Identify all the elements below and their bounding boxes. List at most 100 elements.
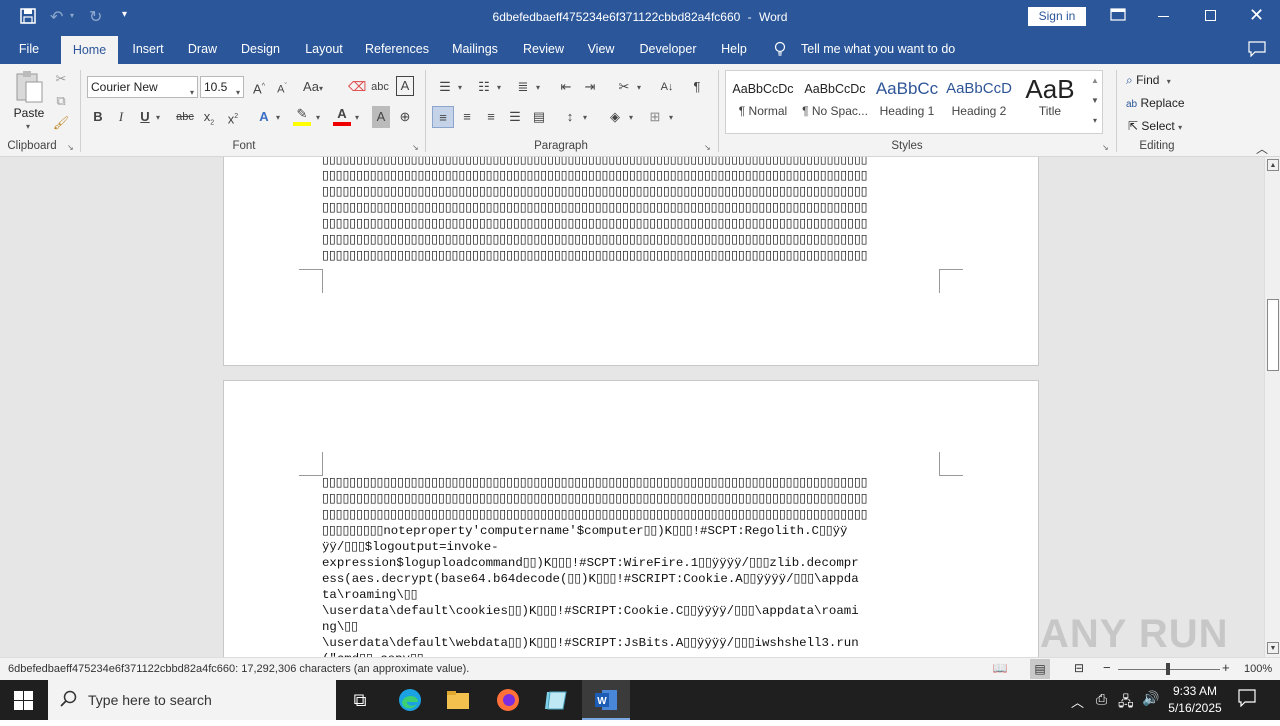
select-dropdown-icon[interactable]: ▾ [1178, 123, 1182, 132]
tab-developer[interactable]: Developer [634, 34, 702, 64]
windows-start-icon[interactable] [14, 691, 33, 710]
font-color-dropdown-icon[interactable]: ▾ [355, 113, 359, 122]
style-heading-2[interactable]: AaBbCcD Heading 2 [944, 74, 1014, 130]
zoom-level[interactable]: 100% [1244, 658, 1272, 680]
tab-design[interactable]: Design [233, 34, 288, 64]
close-icon[interactable]: ✕ [1249, 5, 1264, 26]
numbering-dropdown-icon[interactable]: ▾ [497, 83, 501, 92]
zoom-slider-thumb[interactable] [1166, 663, 1170, 675]
line-spacing-dropdown-icon[interactable]: ▾ [583, 113, 587, 122]
font-launcher-icon[interactable]: ↘ [412, 143, 419, 152]
style-normal[interactable]: AaBbCcDc ¶ Normal [728, 74, 798, 130]
sign-in-button[interactable]: Sign in [1028, 7, 1086, 26]
text-effects-dropdown-icon[interactable]: ▾ [276, 113, 280, 122]
network-icon[interactable]: ⎙ [1096, 691, 1107, 708]
shrink-font-icon[interactable]: Aˇ [273, 76, 291, 98]
clipboard-launcher-icon[interactable]: ↘ [67, 143, 74, 152]
subscript-icon[interactable]: x2 [200, 106, 218, 128]
zoom-out-button[interactable]: − [1103, 660, 1111, 675]
tab-draw[interactable]: Draw [180, 34, 225, 64]
multilevel-dropdown-icon[interactable]: ▾ [536, 83, 540, 92]
cut-icon[interactable]: ✂ [52, 68, 70, 90]
bullets-dropdown-icon[interactable]: ▾ [458, 83, 462, 92]
collapse-ribbon-icon[interactable]: ︿ [1256, 140, 1268, 157]
paragraph-launcher-icon[interactable]: ↘ [704, 143, 711, 152]
line-spacing-icon[interactable]: ↕ [560, 106, 580, 128]
tell-me-search[interactable]: Tell me what you want to do [801, 34, 955, 64]
tab-layout[interactable]: Layout [297, 34, 351, 64]
justify-icon[interactable]: ☰ [504, 106, 526, 128]
font-name-dropdown-icon[interactable]: ▾ [190, 83, 194, 103]
format-painter-icon[interactable]: 🖌 [52, 112, 70, 134]
show-hidden-icons-icon[interactable]: ︿ [1071, 692, 1084, 711]
tab-file[interactable]: File [10, 34, 48, 64]
enclose-characters-icon[interactable]: ⊕ [396, 106, 414, 128]
firefox-icon[interactable] [484, 680, 532, 720]
maximize-icon[interactable] [1205, 10, 1216, 21]
redo-icon[interactable]: ↻ [89, 7, 102, 27]
character-count[interactable]: 6dbefedbaeff475234e6f371122cbbd82a4fc660… [8, 658, 469, 680]
tab-home[interactable]: Home [61, 36, 118, 64]
customize-quick-access-icon[interactable]: ▾ [122, 9, 127, 20]
file-explorer-icon[interactable] [434, 680, 482, 720]
tab-mailings[interactable]: Mailings [443, 34, 507, 64]
volume-icon[interactable]: 🔊 [1142, 690, 1159, 707]
paste-button-label[interactable]: Paste [13, 106, 45, 120]
highlight-dropdown-icon[interactable]: ▾ [316, 113, 320, 122]
tab-help[interactable]: Help [714, 34, 754, 64]
multilevel-list-icon[interactable]: ≣ [512, 76, 534, 98]
strikethrough-icon[interactable]: abc [174, 106, 196, 128]
decrease-indent-icon[interactable]: ⇤ [556, 76, 576, 98]
paste-icon[interactable] [14, 70, 46, 106]
borders-icon[interactable]: ⊞ [645, 106, 665, 128]
read-mode-icon[interactable]: 📖 [991, 661, 1009, 677]
asian-layout-icon[interactable]: ✂ [613, 76, 635, 98]
paste-dropdown-icon[interactable]: ▾ [26, 122, 30, 131]
tab-view[interactable]: View [580, 34, 622, 64]
align-right-icon[interactable]: ≡ [480, 106, 502, 128]
notepad-app-icon[interactable] [532, 680, 580, 720]
phonetic-guide-icon[interactable]: abc [371, 76, 389, 98]
align-left-icon[interactable]: ≡ [432, 106, 454, 128]
underline-dropdown-icon[interactable]: ▾ [156, 113, 160, 122]
shading-icon[interactable]: ◈ [605, 106, 625, 128]
change-case-icon[interactable]: Aa▾ [302, 76, 324, 98]
text-effects-icon[interactable]: A [255, 106, 273, 128]
vertical-scrollbar[interactable]: ▲ ▼ [1264, 157, 1280, 657]
notifications-icon[interactable] [1238, 689, 1258, 709]
font-size-dropdown-icon[interactable]: ▾ [236, 83, 240, 103]
distributed-icon[interactable]: ▤ [528, 106, 550, 128]
increase-indent-icon[interactable]: ⇥ [580, 76, 600, 98]
wired-network-icon[interactable]: 🖧 [1118, 691, 1134, 715]
shading-dropdown-icon[interactable]: ▾ [629, 113, 633, 122]
word-taskbar-icon[interactable]: W [582, 680, 630, 720]
minimize-icon[interactable] [1158, 16, 1169, 17]
undo-dropdown-icon[interactable]: ▾ [70, 11, 74, 20]
bullets-icon[interactable]: ☰ [434, 76, 456, 98]
edge-icon[interactable] [386, 680, 434, 720]
clear-formatting-icon[interactable]: ⌫ [348, 76, 366, 98]
styles-launcher-icon[interactable]: ↘ [1102, 143, 1109, 152]
character-border-icon[interactable]: A [396, 76, 414, 96]
style-no-spacing[interactable]: AaBbCcDc ¶ No Spac... [800, 74, 870, 130]
clock[interactable]: 9:33 AM 5/16/2025 [1162, 683, 1228, 717]
scroll-down-icon[interactable]: ▼ [1267, 642, 1279, 654]
ribbon-display-options-icon[interactable] [1110, 8, 1128, 22]
font-name-select[interactable]: Courier New ▾ [87, 76, 198, 98]
task-view-icon[interactable]: ⧉ [336, 680, 384, 720]
grow-font-icon[interactable]: A^ [250, 76, 268, 98]
sort-icon[interactable]: A↓ [657, 76, 677, 98]
show-formatting-marks-icon[interactable]: ¶ [687, 76, 707, 98]
tab-references[interactable]: References [362, 34, 432, 64]
replace-button[interactable]: ab Replace [1126, 93, 1185, 113]
select-button[interactable]: ⇱ Select ▾ [1128, 116, 1182, 136]
font-color-icon[interactable]: A [333, 106, 351, 126]
superscript-icon[interactable]: x2 [224, 106, 242, 128]
font-size-select[interactable]: 10.5 ▾ [200, 76, 244, 98]
italic-icon[interactable]: I [112, 106, 130, 128]
copy-icon[interactable]: ⧉ [52, 90, 70, 112]
scroll-thumb[interactable] [1267, 299, 1279, 371]
underline-icon[interactable]: U [136, 106, 154, 128]
styles-scroll-down-icon[interactable]: ▼ [1089, 92, 1101, 110]
style-heading-1[interactable]: AaBbCc Heading 1 [872, 74, 942, 130]
